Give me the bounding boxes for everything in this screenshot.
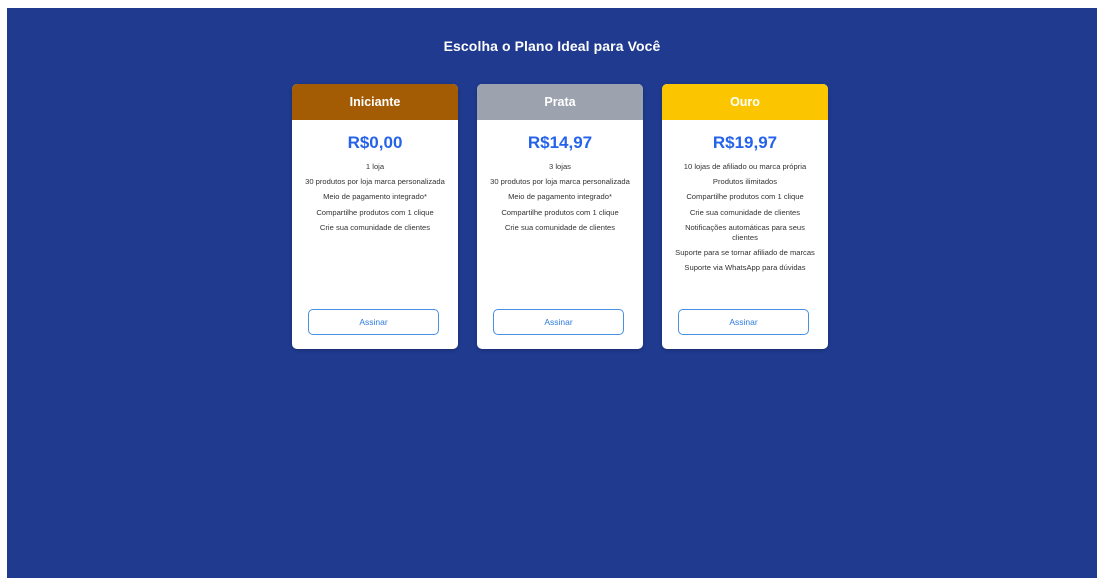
plan-price: R$19,97 [712, 133, 778, 152]
plan-name: Iniciante [292, 84, 458, 120]
plan-name: Prata [477, 84, 643, 120]
feature-item: Meio de pagamento integrado* [508, 192, 612, 202]
feature-item: Meio de pagamento integrado* [323, 192, 427, 202]
feature-item: Notificações automáticas para seus clien… [685, 222, 805, 242]
page-title: Escolha o Plano Ideal para Você [443, 38, 661, 54]
feature-item: Suporte via WhatsApp para dúvidas [684, 263, 806, 273]
plan-price: R$0,00 [347, 133, 403, 152]
plan-name: Ouro [662, 84, 828, 120]
feature-item: Crie sua comunidade de clientes [319, 222, 431, 232]
subscribe-button[interactable]: Assinar [678, 309, 809, 335]
plan-card-ouro: Ouro R$19,97 10 lojas de afiliado ou mar… [662, 84, 828, 349]
feature-item: Compartilhe produtos com 1 clique [686, 192, 804, 202]
feature-item: 1 loja [365, 162, 385, 171]
feature-item: Produtos ilimitados [712, 177, 778, 187]
feature-item: 30 produtos por loja marca personalizada [490, 177, 630, 187]
feature-item: Crie sua comunidade de clientes [504, 222, 616, 232]
feature-list: 1 loja 30 produtos por loja marca persona… [292, 162, 458, 233]
feature-item: Compartilhe produtos com 1 clique [501, 207, 619, 217]
plan-card-prata: Prata R$14,97 3 lojas 30 produtos por loj… [477, 84, 643, 349]
feature-item: 10 lojas de afiliado ou marca própria [683, 162, 807, 171]
pricing-page: Escolha o Plano Ideal para Você Iniciant… [7, 8, 1097, 578]
feature-item: Suporte para se tornar afiliado de marca… [675, 247, 815, 257]
feature-item: Crie sua comunidade de clientes [689, 207, 801, 217]
feature-item: Compartilhe produtos com 1 clique [316, 207, 434, 217]
feature-list: 10 lojas de afiliado ou marca própria Pro… [662, 162, 828, 273]
feature-list: 3 lojas 30 produtos por loja marca person… [477, 162, 643, 233]
feature-item: 30 produtos por loja marca personalizada [305, 177, 445, 187]
subscribe-button[interactable]: Assinar [493, 309, 624, 335]
subscribe-button[interactable]: Assinar [308, 309, 439, 335]
plan-price: R$14,97 [527, 133, 593, 152]
plan-card-iniciante: Iniciante R$0,00 1 loja 30 produtos por l… [292, 84, 458, 349]
feature-item: 3 lojas [549, 162, 571, 171]
